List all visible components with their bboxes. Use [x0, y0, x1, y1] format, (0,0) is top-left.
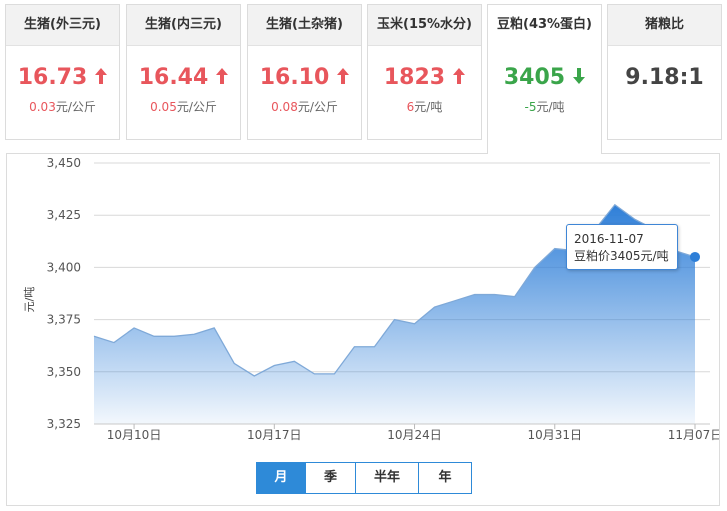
- card-change-value: 0.05: [150, 100, 177, 114]
- card-price: 3405: [488, 64, 601, 92]
- arrow-down-icon: [573, 64, 586, 92]
- data-point: [454, 300, 456, 302]
- price-card-2[interactable]: 生猪(内三元) 16.44 0.05元/公斤: [126, 4, 241, 140]
- y-axis-label: 元/吨: [23, 287, 36, 313]
- price-chart: 3,325 3,350 3,375 3,400 3,425 3,450 10月10日 10月1…: [23, 156, 719, 442]
- card-price-value: 3405: [503, 65, 566, 90]
- range-button-3[interactable]: 半年: [356, 462, 419, 494]
- data-point: [193, 333, 195, 335]
- data-point: [173, 335, 175, 337]
- y-tick-label: 3,350: [47, 365, 81, 379]
- data-point: [333, 373, 335, 375]
- tooltip-date: 2016-11-07: [574, 232, 644, 246]
- card-change-unit: 元/公斤: [55, 100, 96, 114]
- card-price-value: 1823: [383, 65, 446, 90]
- x-tick-label: 10月24日: [387, 428, 442, 442]
- price-card-5[interactable]: 豆粕(43%蛋白) 3405 -5元/吨: [487, 4, 602, 154]
- y-tick-label: 3,400: [47, 260, 81, 274]
- card-change: 0.05元/公斤: [127, 98, 240, 115]
- price-card-6[interactable]: 猪粮比 9.18:1: [607, 4, 722, 140]
- card-title: 生猪(内三元): [127, 5, 240, 46]
- data-point: [474, 294, 476, 296]
- data-point: [233, 362, 235, 364]
- card-change: 0.08元/公斤: [248, 98, 361, 115]
- data-point: [690, 251, 700, 262]
- range-button-2[interactable]: 季: [306, 462, 356, 494]
- data-point: [634, 218, 636, 220]
- data-point: [554, 248, 556, 250]
- data-point: [614, 204, 616, 206]
- price-chart-panel: 3,325 3,350 3,375 3,400 3,425 3,450 10月10日 10月1…: [6, 153, 720, 506]
- card-change-unit: 元/吨: [536, 100, 565, 114]
- x-tick-label: 11月07日: [668, 428, 719, 442]
- card-change-value: -5: [524, 100, 537, 114]
- card-price-value: 16.10: [259, 65, 330, 90]
- data-point: [514, 296, 516, 298]
- data-point: [213, 327, 215, 329]
- x-tick-label: 10月31日: [527, 428, 582, 442]
- card-title: 生猪(外三元): [6, 5, 119, 46]
- price-card-4[interactable]: 玉米(15%水分) 1823 6元/吨: [367, 4, 482, 140]
- data-point: [293, 360, 295, 362]
- price-card-3[interactable]: 生猪(土杂猪) 16.10 0.08元/公斤: [247, 4, 362, 140]
- arrow-up-icon: [95, 64, 108, 92]
- data-point: [93, 335, 95, 337]
- card-price: 16.73: [6, 64, 119, 92]
- data-point: [373, 346, 375, 348]
- tooltip-text: 豆粕价3405元/吨: [574, 249, 669, 263]
- card-price: 16.10: [248, 64, 361, 92]
- data-point: [394, 319, 396, 321]
- card-change-unit: 元/公斤: [297, 100, 338, 114]
- price-card-1[interactable]: 生猪(外三元) 16.73 0.03元/公斤: [5, 4, 120, 140]
- arrow-up-icon: [216, 64, 229, 92]
- price-cards: 生猪(外三元) 16.73 0.03元/公斤 生猪(内三元) 16.44 0.05元/公斤…: [0, 0, 727, 154]
- x-tick-label: 10月17日: [247, 428, 302, 442]
- card-price: 9.18:1: [608, 64, 721, 92]
- card-change-value: 0.03: [29, 100, 56, 114]
- y-tick-label: 3,450: [47, 156, 81, 170]
- data-point: [113, 342, 115, 344]
- card-price-value: 16.73: [17, 65, 88, 90]
- card-change-unit: 元/公斤: [176, 100, 217, 114]
- data-point: [534, 266, 536, 268]
- card-change: 0.03元/公斤: [6, 98, 119, 115]
- y-tick-label: 3,425: [47, 208, 81, 222]
- card-title: 生猪(土杂猪): [248, 5, 361, 46]
- card-price-value: 9.18:1: [625, 65, 704, 90]
- y-tick-label: 3,325: [47, 417, 81, 431]
- data-point: [414, 323, 416, 325]
- card-change-unit: 元/吨: [414, 100, 443, 114]
- data-point: [273, 365, 275, 367]
- card-change-value: 0.08: [271, 100, 298, 114]
- card-change: 6元/吨: [368, 98, 481, 115]
- card-price: 16.44: [127, 64, 240, 92]
- data-point: [494, 294, 496, 296]
- chart-tooltip: 2016-11-07 豆粕价3405元/吨: [566, 224, 678, 270]
- card-price: 1823: [368, 64, 481, 92]
- data-point: [313, 373, 315, 375]
- card-price-value: 16.44: [138, 65, 209, 90]
- data-point: [153, 335, 155, 337]
- card-title: 猪粮比: [608, 5, 721, 46]
- range-button-4[interactable]: 年: [419, 462, 472, 494]
- data-point: [434, 306, 436, 308]
- data-point: [353, 346, 355, 348]
- card-change: -5元/吨: [488, 98, 601, 115]
- arrow-up-icon: [453, 64, 466, 92]
- data-point: [133, 327, 135, 329]
- data-point: [253, 375, 255, 377]
- range-button-1[interactable]: 月: [256, 462, 306, 494]
- y-tick-label: 3,375: [47, 313, 81, 327]
- card-title: 豆粕(43%蛋白): [488, 5, 601, 46]
- arrow-up-icon: [337, 64, 350, 92]
- x-tick-label: 10月10日: [107, 428, 162, 442]
- card-title: 玉米(15%水分): [368, 5, 481, 46]
